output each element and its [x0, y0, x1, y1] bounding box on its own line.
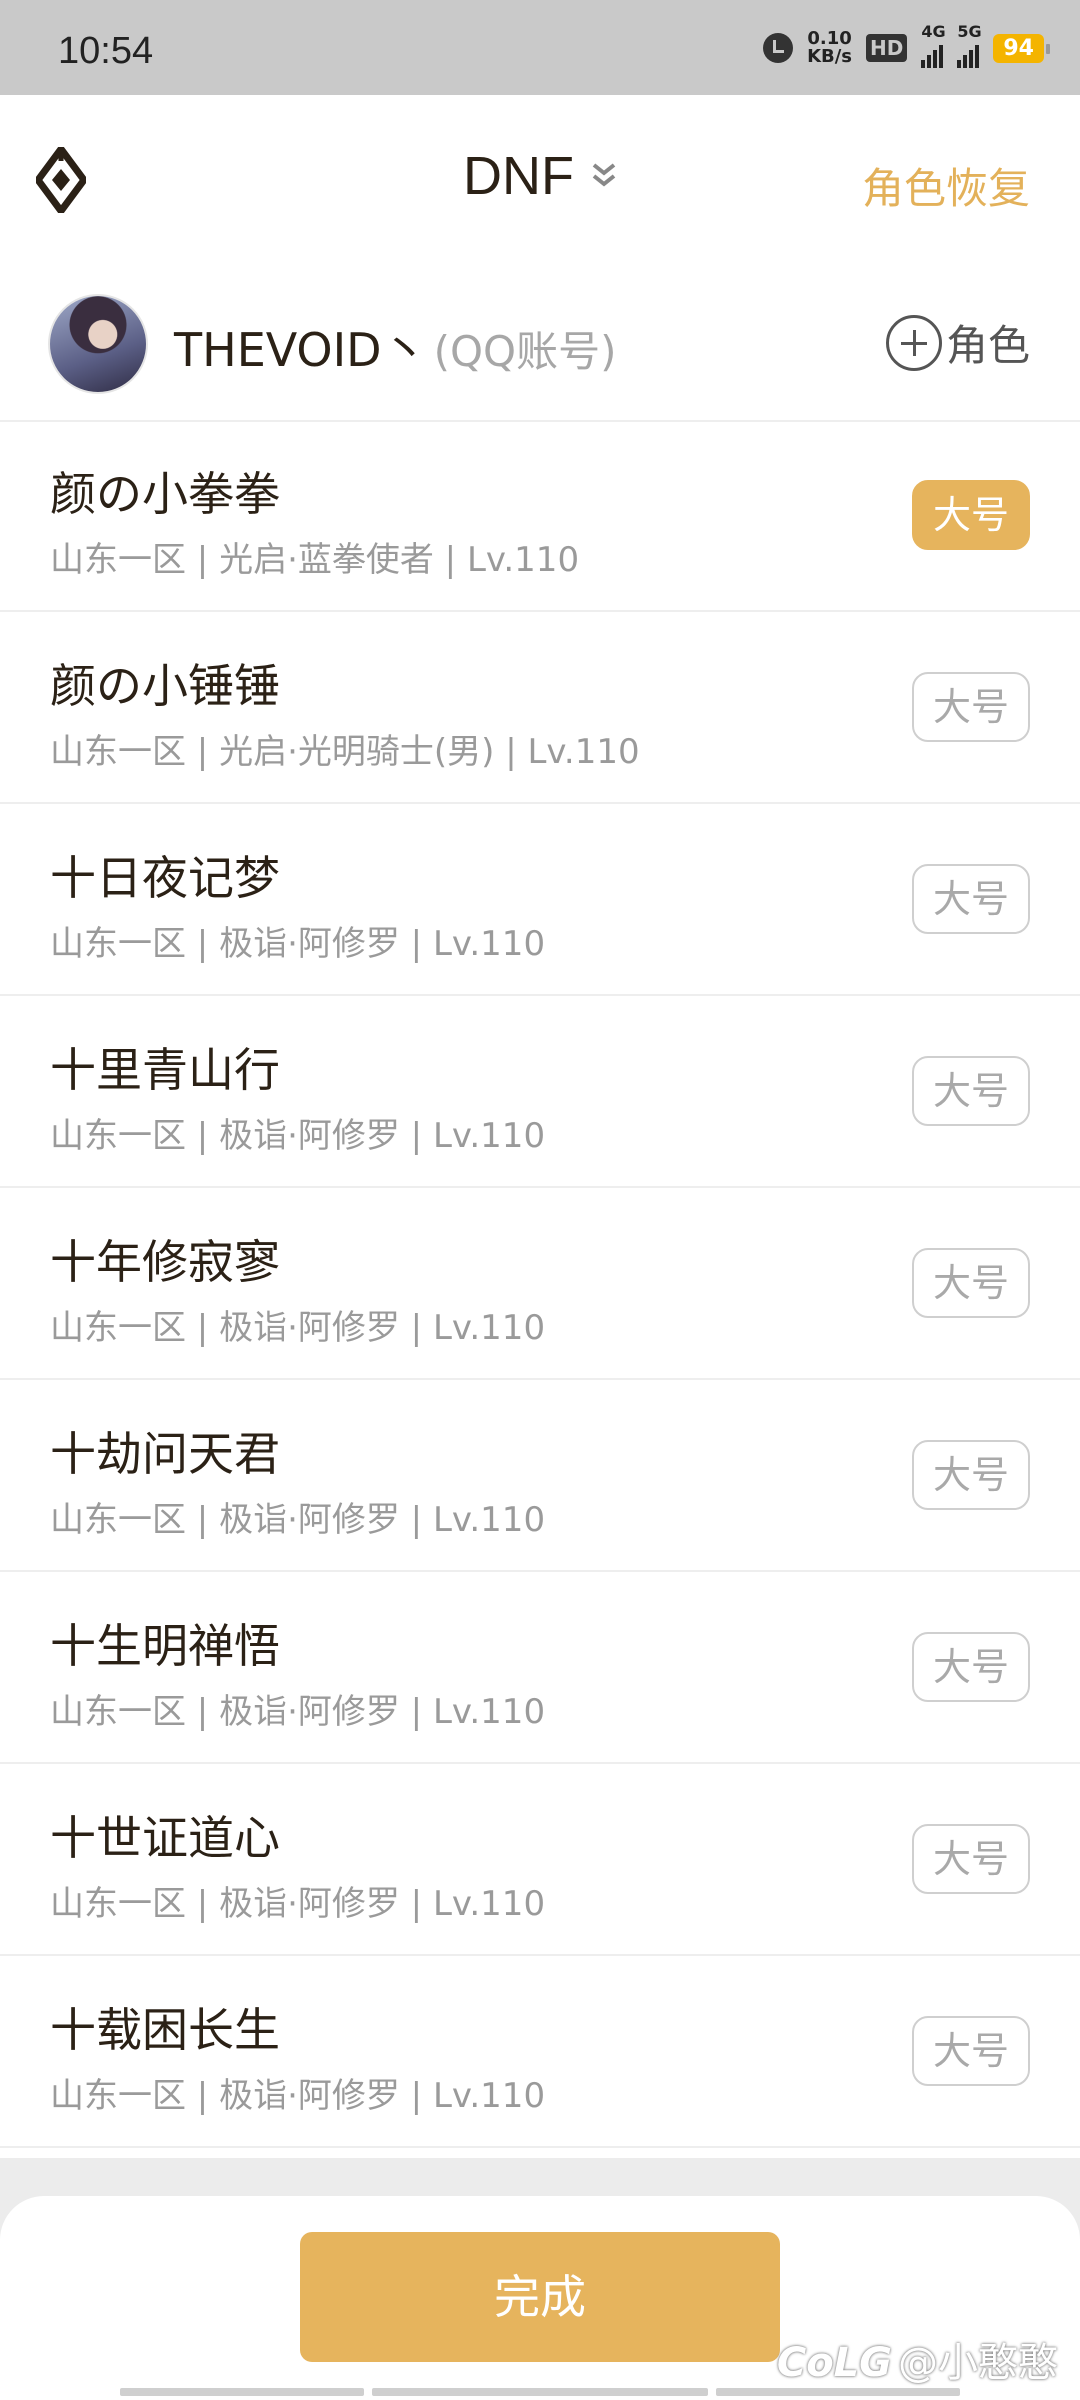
role-name: 十里青山行 — [50, 1043, 280, 1097]
signal-4g-icon: 4G — [921, 22, 946, 68]
watermark-brand: CoLG — [776, 2340, 892, 2386]
role-details: 山东一区 | 极诣·阿修罗 | Lv.110 — [50, 1116, 546, 1156]
role-details: 山东一区 | 极诣·阿修罗 | Lv.110 — [50, 2076, 546, 2116]
add-role-button[interactable]: 角色 — [885, 312, 1030, 373]
main-account-tag-button[interactable]: 大号 — [912, 672, 1030, 742]
net-speed-unit: KB/s — [807, 46, 853, 67]
alarm-icon — [763, 33, 794, 63]
role-row[interactable]: 十年修寂寥山东一区 | 极诣·阿修罗 | Lv.110 大号 — [0, 1188, 1080, 1380]
add-role-label: 角色 — [945, 321, 1030, 370]
header: DNF 角色恢复 — [0, 95, 1080, 270]
main-account-tag-button[interactable]: 大号 — [912, 1056, 1030, 1126]
main-account-tag-button[interactable]: 大号 — [912, 480, 1030, 550]
watermark: CoLG @小憨憨 — [777, 2330, 1058, 2388]
main-account-tag-button[interactable]: 大号 — [912, 1824, 1030, 1894]
role-name: 颜の小锤锤 — [50, 659, 280, 713]
main-account-tag-button[interactable]: 大号 — [912, 1248, 1030, 1318]
battery-icon: 94 — [993, 33, 1050, 63]
role-row[interactable]: 十载困长生山东一区 | 极诣·阿修罗 | Lv.110 大号 — [0, 1956, 1080, 2148]
page-title: DNF — [462, 146, 574, 206]
main-account-tag-button[interactable]: 大号 — [912, 1632, 1030, 1702]
role-row[interactable]: 颜の小拳拳山东一区 | 光启·蓝拳使者 | Lv.110 大号 — [0, 420, 1080, 612]
role-row[interactable]: 十劫问天君山东一区 | 极诣·阿修罗 | Lv.110 大号 — [0, 1380, 1080, 1572]
signal-5g-icon: 5G — [957, 22, 982, 68]
role-name: 十生明禅悟 — [50, 1619, 280, 1673]
role-details: 山东一区 | 极诣·阿修罗 | Lv.110 — [50, 924, 546, 964]
hd-icon: HD — [866, 34, 908, 62]
role-row[interactable]: 十日夜记梦山东一区 | 极诣·阿修罗 | Lv.110 大号 — [0, 804, 1080, 996]
role-row[interactable]: 十世证道心山东一区 | 极诣·阿修罗 | Lv.110 大号 — [0, 1764, 1080, 1956]
main-account-tag-button[interactable]: 大号 — [912, 864, 1030, 934]
role-row[interactable]: 十生明禅悟山东一区 | 极诣·阿修罗 | Lv.110 大号 — [0, 1572, 1080, 1764]
role-name: 十年修寂寥 — [50, 1235, 280, 1289]
role-details: 山东一区 | 极诣·阿修罗 | Lv.110 — [50, 1500, 546, 1540]
status-bar: 10:54 0.10 KB/s HD 4G 5G 94 — [0, 0, 1080, 95]
status-time: 10:54 — [58, 30, 154, 72]
watermark-user: @小憨憨 — [898, 2340, 1058, 2386]
signal-5g-label: 5G — [957, 22, 982, 41]
role-details: 山东一区 | 极诣·阿修罗 | Lv.110 — [50, 1884, 546, 1924]
chevron-down-double-icon — [592, 163, 616, 187]
done-button[interactable]: 完成 — [300, 2232, 780, 2362]
status-icons: 0.10 KB/s HD 4G 5G 94 — [763, 22, 1050, 68]
role-name: 十载困长生 — [50, 2003, 280, 2057]
role-details: 山东一区 | 光启·蓝拳使者 | Lv.110 — [50, 540, 580, 580]
account-type: (QQ账号) — [433, 327, 617, 376]
role-list: 颜の小拳拳 山东一区 | 光启·蓝拳使者 | Lv.110 大号 颜の小锤锤 山东一区 … — [0, 420, 1080, 2148]
net-speed: 0.10 KB/s — [807, 30, 852, 66]
account-row: THEVOID丶 (QQ账号) 角色 — [0, 270, 1080, 422]
main-account-tag-button[interactable]: 大号 — [912, 2016, 1030, 2086]
role-details: 山东一区 | 光启·光明骑士(男) | Lv.110 — [50, 732, 640, 772]
role-details: 山东一区 | 极诣·阿修罗 | Lv.110 — [50, 1692, 546, 1732]
role-name: 十世证道心 — [50, 1811, 280, 1865]
role-row[interactable]: 十里青山行山东一区 | 极诣·阿修罗 | Lv.110 大号 — [0, 996, 1080, 1188]
account-name: THEVOID丶 — [174, 323, 428, 377]
role-name: 十劫问天君 — [50, 1427, 280, 1481]
gesture-bar — [120, 2388, 960, 2396]
role-name: 颜の小拳拳 — [50, 467, 280, 521]
role-name: 十日夜记梦 — [50, 851, 280, 905]
role-restore-link[interactable]: 角色恢复 — [862, 155, 1030, 216]
plus-circle-icon — [885, 314, 942, 371]
role-row[interactable]: 颜の小锤锤山东一区 | 光启·光明骑士(男) | Lv.110 大号 — [0, 612, 1080, 804]
main-account-tag-button[interactable]: 大号 — [912, 1440, 1030, 1510]
role-details: 山东一区 | 极诣·阿修罗 | Lv.110 — [50, 1308, 546, 1348]
avatar — [48, 294, 148, 394]
signal-4g-label: 4G — [921, 22, 946, 41]
account-name-line: THEVOID丶 (QQ账号) — [174, 314, 617, 380]
